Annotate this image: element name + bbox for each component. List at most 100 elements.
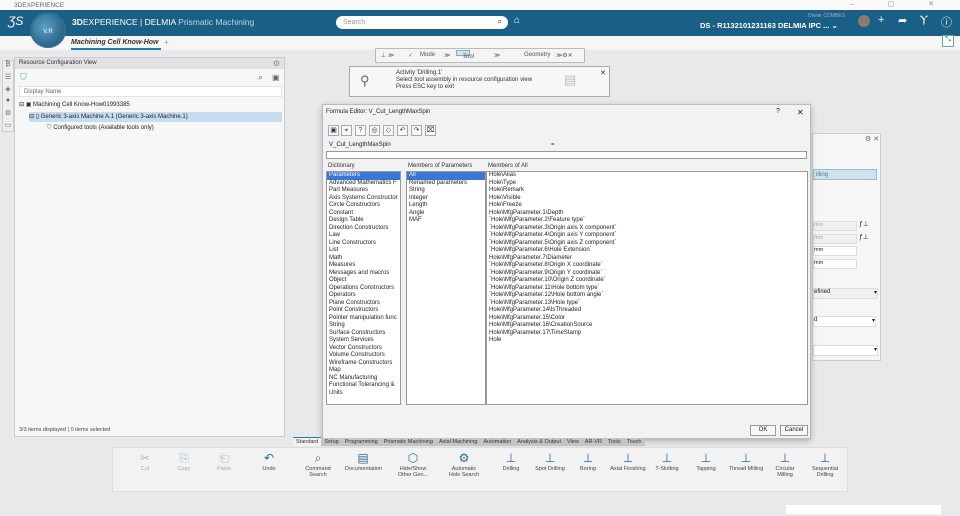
formula-icon[interactable]: ƒ⊥ (859, 233, 869, 241)
list-item[interactable]: MAF (407, 217, 485, 225)
search-input[interactable]: Search ⌕ (336, 16, 508, 29)
list-item[interactable]: Operations Constructors (327, 285, 400, 293)
step-geometry[interactable]: Geometry (524, 52, 550, 58)
list-item[interactable]: Integer (407, 195, 485, 203)
erase-icon[interactable]: ◇ (383, 125, 394, 136)
layers-icon[interactable]: ◈ (3, 85, 13, 97)
save-icon[interactable]: ▣ (272, 73, 280, 82)
members-parameters-list[interactable]: All Renamed parameters String Integer Length… (406, 171, 486, 405)
list-item[interactable]: Hole\Visible (487, 195, 807, 203)
close-icon[interactable]: ✕ (600, 69, 606, 77)
list-item[interactable]: Length (407, 202, 485, 210)
list-item[interactable]: Hole\Remark (487, 187, 807, 195)
list-item[interactable]: Point Constructors (327, 307, 400, 315)
ribbon-tab[interactable]: Axial Machining (435, 438, 481, 446)
list-item[interactable]: Functional Tolerancing & (327, 382, 400, 390)
list-item[interactable]: Law (327, 232, 400, 240)
list-item[interactable]: Part Measures (327, 187, 400, 195)
cancel-button[interactable]: Cancel (780, 425, 808, 436)
ribbon-command[interactable]: ⊥ T-Slotting (649, 451, 685, 472)
tree-icon[interactable]: ₿ (3, 61, 13, 73)
list-item[interactable]: `Hole\MfgParameter.8\Origin X coordinate… (487, 262, 807, 270)
avatar[interactable] (858, 15, 870, 27)
list-item[interactable]: Volume Constructors (327, 352, 400, 360)
help-icon[interactable]: ⓘ (941, 14, 952, 30)
list-item[interactable]: NC Manufacturing (327, 375, 400, 383)
ribbon-tab[interactable]: Tools (604, 438, 624, 446)
search-icon[interactable]: ⌕ (258, 72, 263, 83)
gear-icon[interactable]: ⚙ (273, 59, 280, 68)
ribbon-tab[interactable]: Standard (293, 437, 322, 446)
list-item[interactable]: Parameters (327, 172, 400, 180)
ribbon-command[interactable]: ↶ Undo (251, 451, 287, 472)
tool-holder-icon[interactable]: ⊥ ≫ (381, 52, 394, 59)
ribbon-tab[interactable]: Setup (321, 438, 342, 446)
list-item[interactable]: List (327, 247, 400, 255)
list-item[interactable]: `Hole\MfgParameter.6\Hole Extension` (487, 247, 807, 255)
ribbon-command[interactable]: ⊥ Tapping (688, 451, 724, 472)
ribbon-tab[interactable]: AR-VR (581, 438, 605, 446)
list-item[interactable]: Design Table (327, 217, 400, 225)
step-tool[interactable]: ○ Tool (456, 50, 474, 60)
tab-machining-cell[interactable]: Machining Cell Know-How (71, 36, 161, 50)
ribbon-tab[interactable]: Prismatic Machining (380, 438, 436, 446)
list-item[interactable]: Hole\MfgParameter.15\Color (487, 315, 807, 323)
list-item[interactable]: Wireframe Constructors (327, 360, 400, 368)
help-button[interactable]: ? (776, 108, 780, 115)
list-item[interactable]: `Hole\MfgParameter.3\Origin axis X compo… (487, 225, 807, 233)
ribbon-command[interactable]: ▤ Documentation (345, 451, 382, 472)
formula-input[interactable] (326, 151, 807, 159)
ribbon-command[interactable]: ⚙ Automatic Hole Search (446, 451, 482, 478)
list-item[interactable]: `Hole\MfgParameter.4\Origin axis Y compo… (487, 232, 807, 240)
dropdown-1[interactable]: efined ▾ (813, 288, 878, 299)
gear-close-icon[interactable]: ⚙ ✕ (865, 135, 879, 143)
list-item[interactable]: `Hole\MfgParameter.13\Hole type` (487, 300, 807, 308)
list-item[interactable]: Measures (327, 262, 400, 270)
config-icon[interactable]: ⚙ (3, 109, 13, 121)
context-selector[interactable]: DS - R1132101231163 DELMIA IPC ... ⌄ (700, 21, 838, 30)
list-item[interactable]: Hole\MfgParameter.14\IsThreaded (487, 307, 807, 315)
step-mode[interactable]: Mode (420, 52, 435, 58)
value-field-4[interactable]: mm (813, 259, 857, 269)
list-item[interactable]: System Services (327, 337, 400, 345)
list-item[interactable]: Hole\MfgParameter.17\TimeStamp (487, 330, 807, 338)
list-item[interactable]: Object (327, 277, 400, 285)
ok-button[interactable]: OK (750, 425, 776, 436)
list-item[interactable]: `Hole\MfgParameter.12\Hole bottom angle` (487, 292, 807, 300)
undo-icon[interactable]: ↶ (397, 125, 408, 136)
search-icon[interactable]: ⌕ (498, 17, 502, 27)
list-item[interactable]: `Hole\MfgParameter.9\Origin Y coordinate… (487, 270, 807, 278)
ribbon-command[interactable]: ⊥ Spot Drilling (532, 451, 568, 472)
list-item[interactable]: Math (327, 255, 400, 263)
list-item[interactable]: Plane Constructors (327, 300, 400, 308)
ribbon-command[interactable]: ⊥ Boring (570, 451, 606, 472)
ribbon-command[interactable]: ⬡ Hide/Show Other Geo... (395, 451, 431, 478)
ribbon-command[interactable]: ✂ Cut (127, 451, 163, 472)
ribbon-command[interactable]: ⊥ Axial Finishing (610, 451, 646, 472)
column-display-name[interactable]: Display Name (19, 86, 282, 97)
list-item[interactable]: Operators (327, 292, 400, 300)
ribbon-command[interactable]: ⌕ Command Search (300, 451, 336, 478)
dropdown-3[interactable]: ▾ (813, 345, 878, 356)
selected-operation[interactable]: illing (813, 169, 877, 180)
ribbon-tab[interactable]: Automation (480, 438, 515, 446)
members-all-list[interactable]: Hole\Alias Hole\Type Hole\Remark Hole\Visib… (486, 171, 808, 405)
resource-icon[interactable]: ● (3, 97, 13, 109)
list-item[interactable]: Map (327, 367, 400, 375)
list-item[interactable]: Hole\MfgParameter.7\Diameter (487, 255, 807, 263)
list-item[interactable]: All (407, 172, 485, 180)
pick-icon[interactable]: ⌖ (341, 125, 352, 136)
close-button[interactable]: ✕ (797, 108, 804, 117)
list-item[interactable]: Hole\Type (487, 180, 807, 188)
tree-item-cell[interactable]: ⊟ ▣ Machining Cell Know-How01993385 (19, 101, 130, 108)
list-item[interactable]: Renamed parameters (407, 180, 485, 188)
plus-icon[interactable]: + (878, 14, 884, 26)
list-item[interactable]: Units (327, 390, 400, 398)
ribbon-tab[interactable]: View (564, 438, 582, 446)
list-item[interactable]: Angle (407, 210, 485, 218)
list-icon[interactable]: ☰ (3, 73, 13, 85)
list-item[interactable]: Constant (327, 210, 400, 218)
ribbon-tab[interactable]: Programming (341, 438, 381, 446)
list-item[interactable]: Vector Constructors (327, 345, 400, 353)
settings-close-icon[interactable]: ≫⚙✕ (556, 52, 573, 59)
